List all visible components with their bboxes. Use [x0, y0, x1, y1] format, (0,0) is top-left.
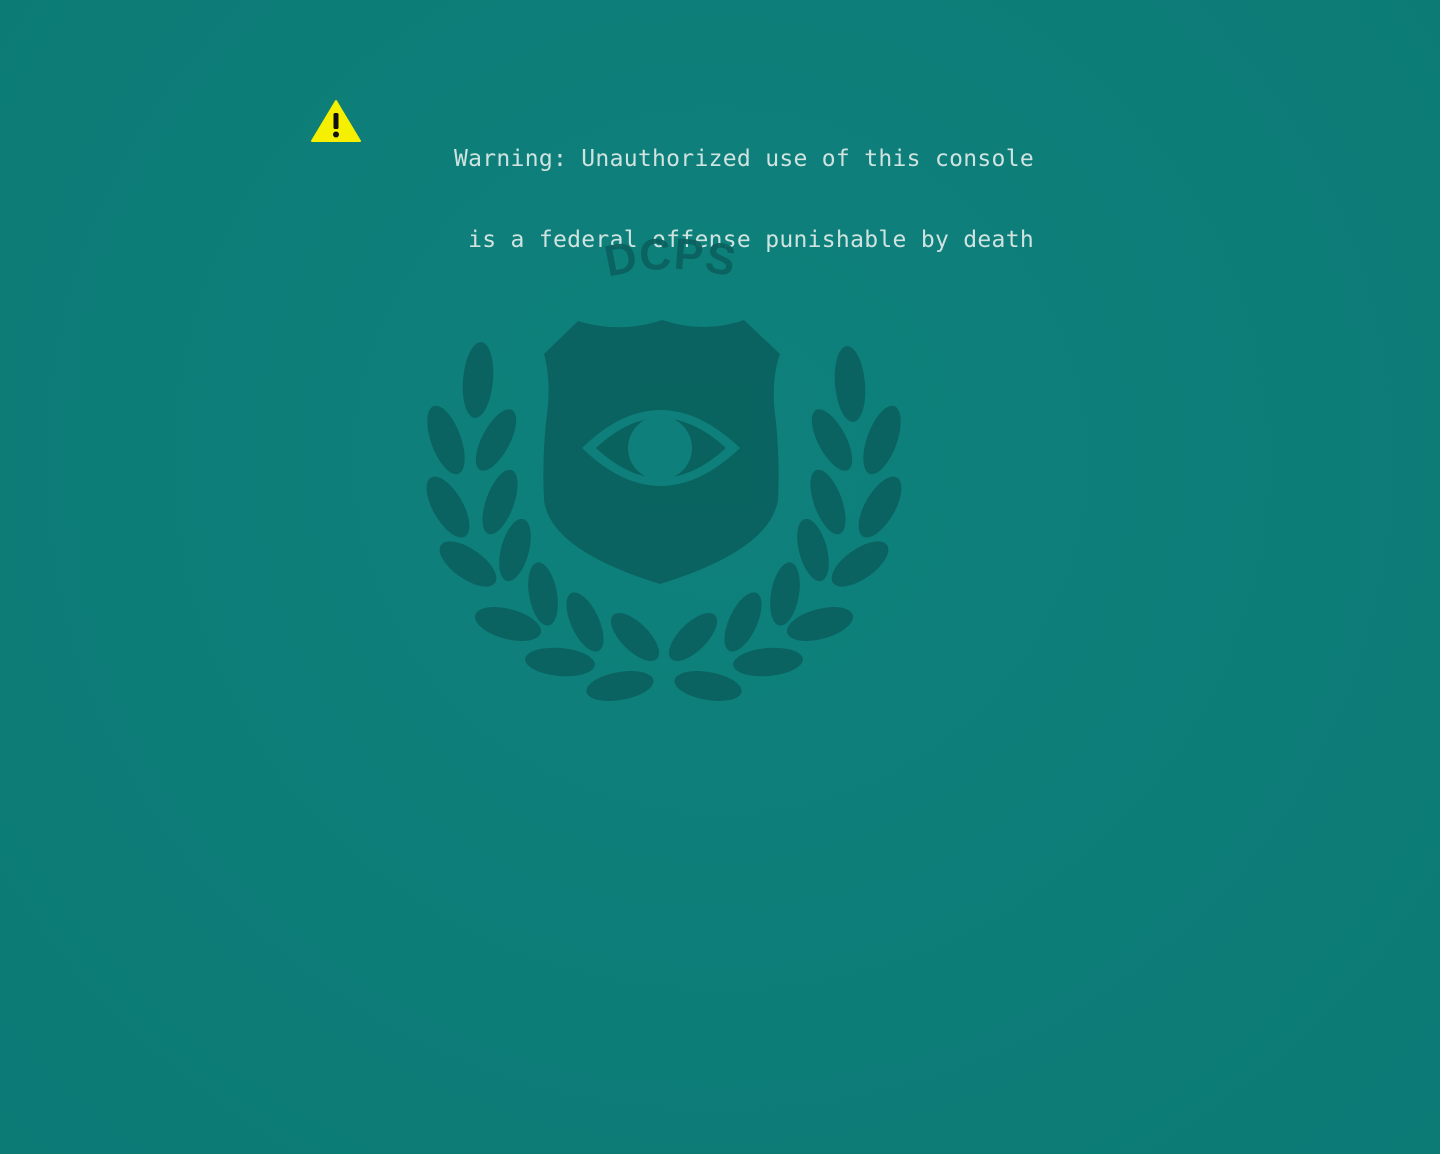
dcps-seal-logo: DCPS: [426, 232, 902, 701]
warning-triangle-icon: [311, 100, 361, 142]
warning-line-1: Warning: Unauthorized use of this consol…: [453, 146, 1034, 172]
warning-banner: Warning: Unauthorized use of this consol…: [308, 92, 1048, 253]
seal-title: DCPS: [600, 232, 740, 287]
